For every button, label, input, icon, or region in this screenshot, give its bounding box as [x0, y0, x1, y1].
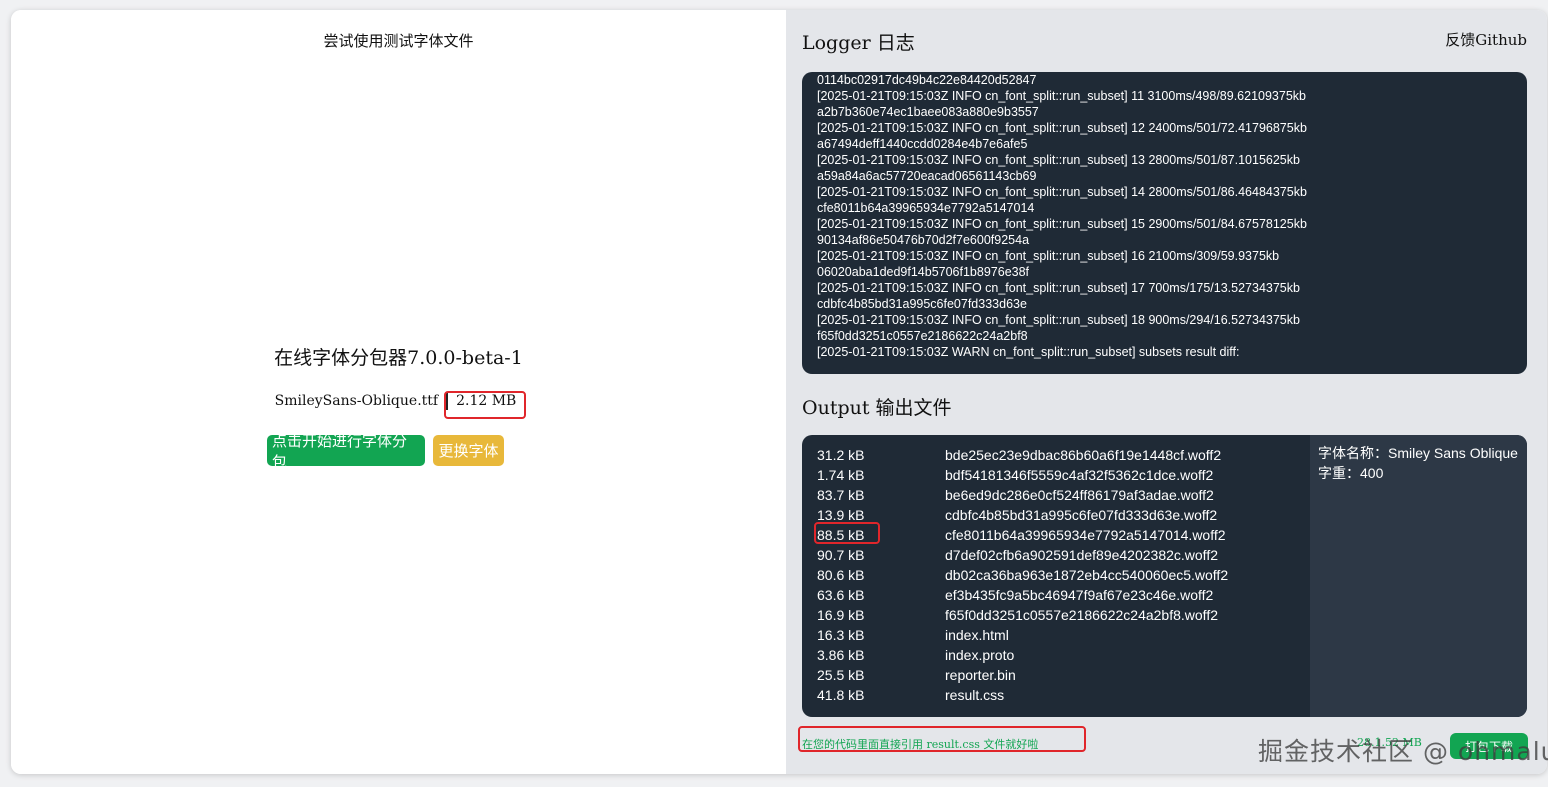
change-font-button[interactable]: 更换字体: [433, 435, 504, 466]
left-panel: 尝试使用测试字体文件 在线字体分包器7.0.0-beta-1 SmileySan…: [11, 10, 786, 774]
output-file-name: index.html: [945, 627, 1009, 643]
output-file-row[interactable]: 25.5 kB reporter.bin: [817, 665, 1297, 685]
app-window: 尝试使用测试字体文件 在线字体分包器7.0.0-beta-1 SmileySan…: [11, 10, 1547, 774]
output-row-partial: [817, 435, 1297, 445]
output-file-size: 41.8 kB: [817, 687, 865, 703]
test-font-link[interactable]: 尝试使用测试字体文件: [11, 30, 786, 51]
usage-hint-highlight: [798, 726, 1086, 752]
file-size-highlight: [444, 391, 526, 419]
output-file-name: result.css: [945, 687, 1005, 703]
output-file-name: be6ed9dc286e0cf524ff86179af3adae.woff2: [945, 487, 1214, 503]
output-file-size: 16.9 kB: [817, 607, 865, 623]
font-weight: 字重：400: [1318, 465, 1384, 481]
output-file-row[interactable]: 88.5 kB cfe8011b64a39965934e7792a5147014.…: [817, 525, 1297, 545]
output-file-name: index.proto: [945, 647, 1015, 663]
output-file-size: 80.6 kB: [817, 567, 865, 583]
start-split-button[interactable]: 点击开始进行字体分包: [267, 432, 425, 471]
output-file-row[interactable]: 16.9 kB f65f0dd3251c0557e2186622c24a2bf8.…: [817, 605, 1297, 625]
output-file-row[interactable]: 80.6 kB db02ca36ba963e1872eb4cc540060ec5.…: [817, 565, 1297, 585]
output-file-row[interactable]: 1.74 kB bdf54181346f5559c4af32f5362c1dce.…: [817, 465, 1297, 485]
action-buttons: 点击开始进行字体分包 更换字体: [267, 432, 504, 471]
output-file-name: d7def02cfb6a902591def89e4202382c.woff2: [945, 547, 1218, 563]
log-line: [2025-01-21T09:15:03Z INFO cn_font_split…: [817, 313, 1300, 327]
log-line: [2025-01-21T09:15:03Z INFO cn_font_split…: [817, 281, 1300, 295]
log-line: [2025-01-21T09:15:03Z INFO cn_font_split…: [817, 89, 1306, 103]
output-file-size: 63.6 kB: [817, 587, 865, 603]
log-line: 90134af86e50476b70d2f7e600f9254a: [817, 233, 1030, 247]
github-feedback-link[interactable]: 反馈Github: [1445, 29, 1527, 50]
log-console[interactable]: 0114bc02917dc49b4c22e84420d52847 [2025-01…: [802, 72, 1527, 374]
output-file-row[interactable]: 31.2 kB bde25ec23e9dbac86b60a6f19e1448cf.…: [817, 445, 1297, 465]
font-name: 字体名称：Smiley Sans Oblique: [1318, 445, 1518, 461]
output-file-list[interactable]: 31.2 kB bde25ec23e9dbac86b60a6f19e1448cf.…: [817, 435, 1297, 705]
output-panel: 31.2 kB bde25ec23e9dbac86b60a6f19e1448cf.…: [802, 435, 1527, 717]
output-file-row[interactable]: 3.86 kB index.proto: [817, 645, 1297, 665]
watermark: 掘金技术社区 @ ohmalu: [1258, 737, 1548, 766]
log-line: a67494deff1440ccdd0284e4b7e6afe5: [817, 137, 1028, 151]
output-title: Output 输出文件: [802, 397, 952, 419]
output-file-row[interactable]: 63.6 kB ef3b435fc9a5bc46947f9af67e23c46e.…: [817, 585, 1297, 605]
output-file-row[interactable]: 83.7 kB be6ed9dc286e0cf524ff86179af3adae.…: [817, 485, 1297, 505]
output-file-size: 1.74 kB: [817, 467, 865, 483]
output-file-name: ef3b435fc9a5bc46947f9af67e23c46e.woff2: [945, 587, 1214, 603]
output-file-row[interactable]: 90.7 kB d7def02cfb6a902591def89e4202382c.…: [817, 545, 1297, 565]
log-line: [2025-01-21T09:15:03Z INFO cn_font_split…: [817, 121, 1307, 135]
log-line: [2025-01-21T09:15:03Z INFO cn_font_split…: [817, 153, 1300, 167]
output-file-size: 83.7 kB: [817, 487, 865, 503]
log-line: cfe8011b64a39965934e7792a5147014: [817, 201, 1035, 215]
output-file-size: 25.5 kB: [817, 667, 865, 683]
log-line: [2025-01-21T09:15:03Z WARN cn_font_split…: [817, 345, 1240, 359]
output-file-name: db02ca36ba963e1872eb4cc540060ec5.woff2: [945, 567, 1229, 583]
log-line: 06020aba1ded9f14b5706f1b8976e38f: [817, 265, 1030, 279]
log-line: f65f0dd3251c0557e2186622c24a2bf8: [817, 329, 1028, 343]
log-line: 0114bc02917dc49b4c22e84420d52847: [817, 73, 1037, 87]
output-file-size: 31.2 kB: [817, 447, 865, 463]
output-file-name: cdbfc4b85bd31a995c6fe07fd333d63e.woff2: [945, 507, 1218, 523]
output-file-name: reporter.bin: [945, 667, 1016, 683]
file-name: SmileySans-Oblique.ttf: [274, 393, 439, 409]
log-line: a2b7b360e74ec1baee083a880e9b3557: [817, 105, 1039, 119]
file-size-highlight-output: [814, 522, 880, 544]
log-line: a59a84a6ac57720eacad06561143cb69: [817, 169, 1037, 183]
file-info: SmileySans-Oblique.ttf 2.12 MB: [11, 392, 786, 410]
log-lines: 0114bc02917dc49b4c22e84420d52847 [2025-01…: [817, 72, 1517, 360]
output-file-name: bde25ec23e9dbac86b60a6f19e1448cf.woff2: [945, 447, 1222, 463]
output-file-size: 3.86 kB: [817, 647, 865, 663]
output-file-name: f65f0dd3251c0557e2186622c24a2bf8.woff2: [945, 607, 1218, 623]
output-file-name: bdf54181346f5559c4af32f5362c1dce.woff2: [945, 467, 1214, 483]
output-file-row[interactable]: 13.9 kB cdbfc4b85bd31a995c6fe07fd333d63e.…: [817, 505, 1297, 525]
log-line: cdbfc4b85bd31a995c6fe07fd333d63e: [817, 297, 1027, 311]
font-info-panel: 字体名称：Smiley Sans Oblique 字重：400: [1310, 435, 1527, 717]
output-file-size: 90.7 kB: [817, 547, 865, 563]
log-line: [2025-01-21T09:15:03Z INFO cn_font_split…: [817, 217, 1307, 231]
output-file-name: cfe8011b64a39965934e7792a5147014.woff2: [945, 527, 1226, 543]
output-file-row[interactable]: 16.3 kB index.html: [817, 625, 1297, 645]
output-file-size: 16.3 kB: [817, 627, 865, 643]
right-panel: Logger 日志 反馈Github 0114bc02917dc49b4c22e…: [786, 10, 1547, 774]
logger-title: Logger 日志: [802, 32, 915, 54]
output-file-row[interactable]: 41.8 kB result.css: [817, 685, 1297, 705]
log-line: [2025-01-21T09:15:03Z INFO cn_font_split…: [817, 185, 1307, 199]
log-line: [2025-01-21T09:15:03Z INFO cn_font_split…: [817, 249, 1280, 263]
app-title: 在线字体分包器7.0.0-beta-1: [274, 347, 523, 369]
